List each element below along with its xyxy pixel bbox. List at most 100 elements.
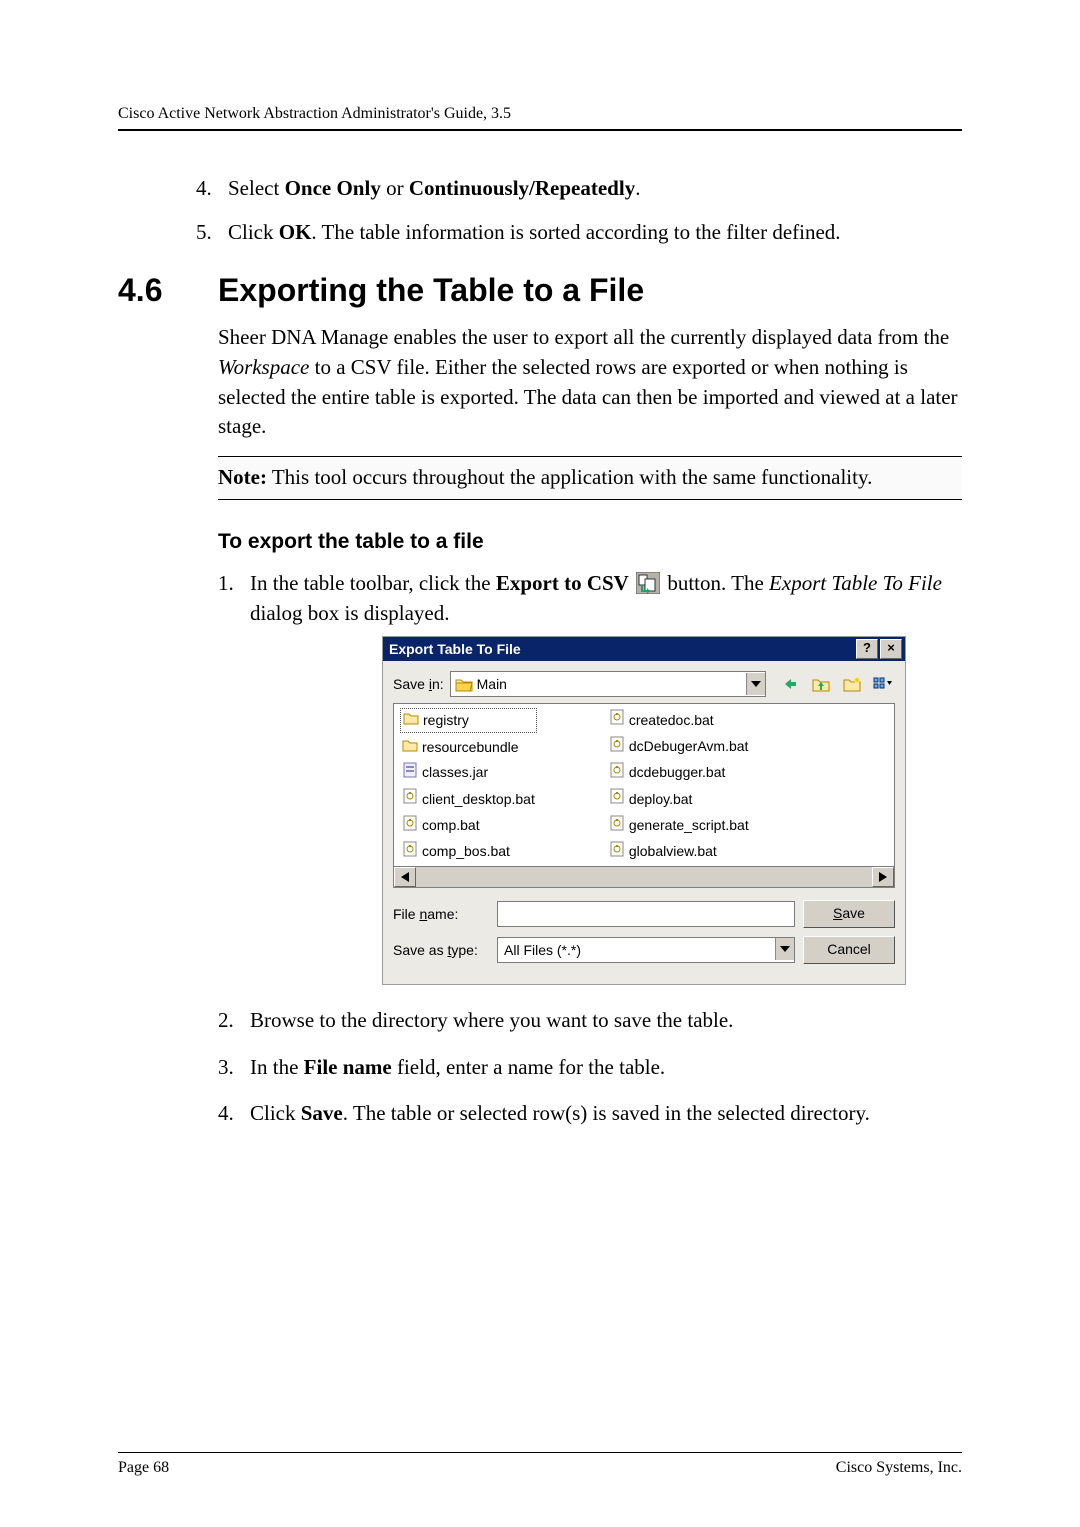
- folder-icon: [402, 737, 418, 757]
- bat-icon: [402, 841, 418, 862]
- folder-icon: [403, 710, 419, 730]
- file-name: classes.jar: [422, 762, 488, 782]
- step-number: 1.: [218, 568, 234, 598]
- note-label: Note:: [218, 465, 267, 489]
- section-number: 4.6: [118, 272, 218, 309]
- save-in-row: Save in: Main: [383, 661, 905, 703]
- file-name-row: File name: Save: [393, 900, 895, 928]
- para-text2: to a CSV file. Either the selected rows …: [218, 355, 958, 439]
- ti: Export Table To File: [769, 571, 942, 595]
- step-text3: .: [635, 176, 640, 200]
- step-number: 5.: [196, 217, 212, 247]
- tb: Export to CSV: [496, 571, 629, 595]
- step-text: Browse to the directory where you want t…: [250, 1008, 733, 1032]
- close-button[interactable]: ×: [880, 639, 902, 659]
- file-name: deploy.bat: [629, 789, 693, 809]
- file-item[interactable]: classes.jar: [400, 761, 537, 784]
- page-footer: Page 68 Cisco Systems, Inc.: [118, 1452, 962, 1477]
- file-item[interactable]: comp_bos.bat: [400, 840, 537, 863]
- file-item[interactable]: generate_script.bat: [607, 814, 751, 837]
- step-number: 3.: [218, 1052, 234, 1082]
- tb: File name: [304, 1055, 392, 1079]
- dialog-title: Export Table To File: [389, 639, 854, 659]
- file-name: globalview.bat: [629, 841, 717, 861]
- file-item[interactable]: client_desktop.bat: [400, 787, 537, 810]
- save-in-label: Save in:: [393, 674, 444, 694]
- step-number: 4.: [218, 1098, 234, 1128]
- scroll-right-icon[interactable]: [872, 867, 894, 887]
- file-item[interactable]: resourcebundle: [400, 736, 537, 758]
- upper-step-list: 4. Select Once Only or Continuously/Repe…: [118, 173, 962, 248]
- file-name: resourcebundle: [422, 737, 519, 757]
- file-item[interactable]: createdoc.bat: [607, 708, 751, 731]
- chevron-down-icon[interactable]: [746, 673, 765, 695]
- step-text2: . The table information is sorted accord…: [311, 220, 840, 244]
- file-item[interactable]: dcdebugger.bat: [607, 761, 751, 784]
- procedure-heading: To export the table to a file: [218, 530, 962, 554]
- proc-step-1: 1. In the table toolbar, click the Expor…: [218, 568, 962, 986]
- proc-step-3: 3. In the File name field, enter a name …: [218, 1052, 962, 1082]
- cancel-button[interactable]: Cancel: [803, 936, 895, 964]
- save-button[interactable]: Save: [803, 900, 895, 928]
- save-in-value: Main: [477, 674, 746, 694]
- file-item[interactable]: dcDebugerAvm.bat: [607, 735, 751, 758]
- file-name: registry: [423, 710, 469, 730]
- step-text2: or: [381, 176, 409, 200]
- section-heading: 4.6 Exporting the Table to a File: [118, 272, 962, 309]
- new-folder-icon[interactable]: [838, 671, 866, 697]
- t2: field, enter a name for the table.: [392, 1055, 665, 1079]
- step-bold: Once Only: [285, 176, 381, 200]
- step-number: 2.: [218, 1005, 234, 1035]
- running-header: Cisco Active Network Abstraction Adminis…: [118, 105, 962, 131]
- save-as-type-label: Save as type:: [393, 940, 489, 960]
- t3: dialog box is displayed.: [250, 601, 449, 625]
- back-icon[interactable]: [776, 671, 804, 697]
- file-name: generate_script.bat: [629, 815, 749, 835]
- file-item[interactable]: deploy.bat: [607, 787, 751, 810]
- file-column-2: createdoc.bat dcDebugerAvm.bat dcdebugge…: [607, 708, 751, 862]
- jar-icon: [402, 762, 418, 783]
- bat-icon: [609, 788, 625, 809]
- para-text: Sheer DNA Manage enables the user to exp…: [218, 325, 949, 349]
- proc-step-4: 4. Click Save. The table or selected row…: [218, 1098, 962, 1128]
- file-name: comp_bos.bat: [422, 841, 510, 861]
- bat-icon: [402, 815, 418, 836]
- save-in-combo[interactable]: Main: [450, 671, 766, 697]
- step-number: 4.: [196, 173, 212, 203]
- procedure-steps: 1. In the table toolbar, click the Expor…: [118, 568, 962, 1129]
- tb: Save: [301, 1101, 343, 1125]
- bat-icon: [609, 709, 625, 730]
- section-title: Exporting the Table to a File: [218, 272, 644, 309]
- folder-open-icon: [455, 677, 473, 692]
- t2: button. The: [667, 571, 769, 595]
- dialog-toolbar: [776, 671, 897, 697]
- export-csv-icon: [636, 572, 660, 594]
- step-bold: OK: [279, 220, 312, 244]
- step-text: Select: [228, 176, 285, 200]
- dialog-bottom: File name: Save Save as type: All Files …: [383, 888, 905, 984]
- file-name: comp.bat: [422, 815, 480, 835]
- dialog-titlebar: Export Table To File ? ×: [383, 637, 905, 661]
- file-name: dcdebugger.bat: [629, 762, 726, 782]
- scroll-left-icon[interactable]: [394, 867, 416, 887]
- file-name: dcDebugerAvm.bat: [629, 736, 749, 756]
- save-as-type-combo[interactable]: All Files (*.*): [497, 937, 795, 963]
- footer-company: Cisco Systems, Inc.: [836, 1459, 962, 1477]
- help-button[interactable]: ?: [856, 639, 878, 659]
- up-folder-icon[interactable]: [807, 671, 835, 697]
- view-menu-icon[interactable]: [869, 671, 897, 697]
- bat-icon: [609, 841, 625, 862]
- file-name: client_desktop.bat: [422, 789, 535, 809]
- file-item[interactable]: comp.bat: [400, 814, 537, 837]
- proc-step-2: 2. Browse to the directory where you wan…: [218, 1005, 962, 1035]
- t: Click: [250, 1101, 301, 1125]
- chevron-down-icon[interactable]: [775, 938, 794, 960]
- file-item[interactable]: globalview.bat: [607, 840, 751, 863]
- t: In the table toolbar, click the: [250, 571, 496, 595]
- horizontal-scrollbar[interactable]: [393, 867, 895, 888]
- file-name-input[interactable]: [497, 901, 795, 927]
- file-item-registry[interactable]: registry: [400, 708, 537, 732]
- file-list-area[interactable]: registry resourcebundle classes.jar clie…: [393, 703, 895, 867]
- footer-page: Page 68: [118, 1459, 169, 1477]
- step-5: 5. Click OK. The table information is so…: [196, 217, 962, 247]
